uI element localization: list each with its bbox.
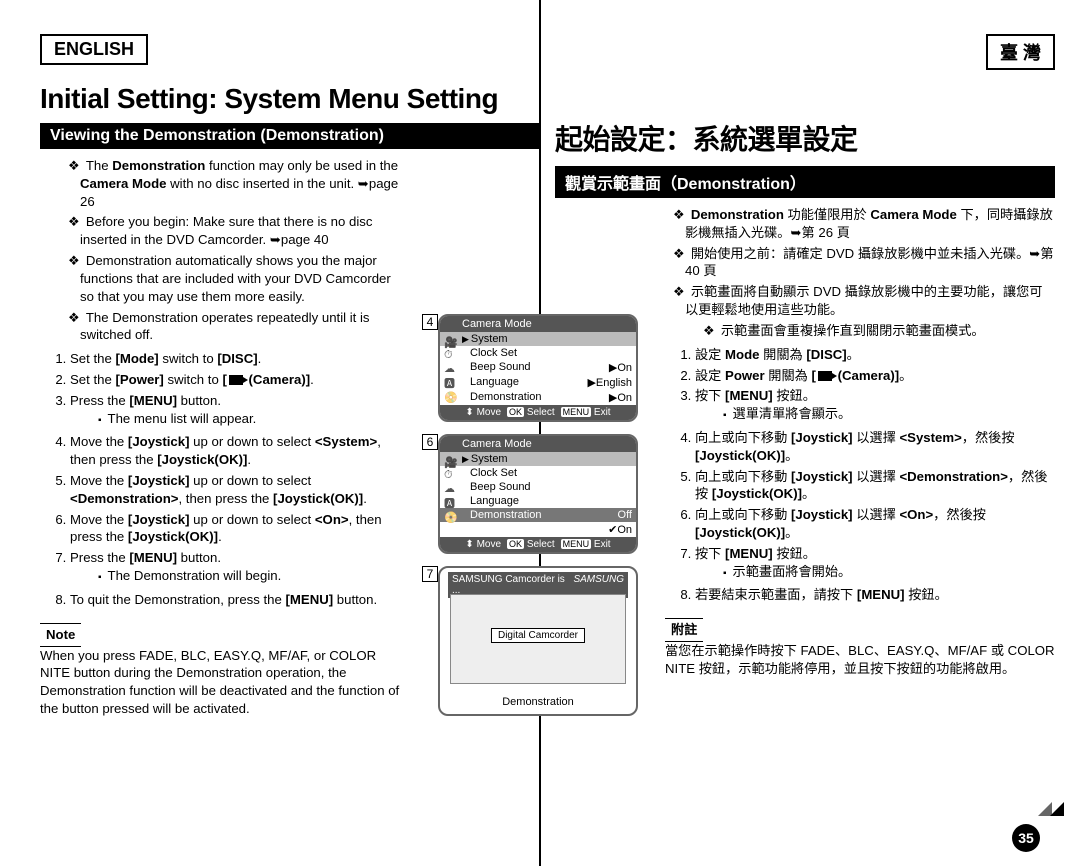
decor-arrow xyxy=(1050,802,1064,816)
intro-item: Demonstration automatically shows you th… xyxy=(68,252,400,305)
substep: The Demonstration will begin. xyxy=(98,567,400,585)
step-item: 按下 [MENU] 按鈕。 選單清單將會顯示。 xyxy=(695,387,1055,423)
lang-badge-taiwan: 臺 灣 xyxy=(986,34,1055,70)
substep: The menu list will appear. xyxy=(98,410,400,428)
step-item: 向上或向下移動 [Joystick] 以選擇 <Demonstration>，然… xyxy=(695,468,1055,504)
menu-row: Clock Set xyxy=(440,466,636,480)
menu-section: System xyxy=(440,332,636,346)
note-label: 附註 xyxy=(665,618,703,642)
demo-screen-7: SAMSUNG Camcorder is ... SAMSUNG Digital… xyxy=(438,566,638,716)
sidebar-icons: 🎥⏱☁🅰📀 xyxy=(444,456,458,524)
figure-label-4: 4 xyxy=(422,314,438,330)
step-item: Move the [Joystick] up or down to select… xyxy=(70,511,400,547)
substep: 示範畫面將會開始。 xyxy=(723,563,1055,581)
step-item: Press the [MENU] button. The Demonstrati… xyxy=(70,549,400,585)
menu-row-selected: DemonstrationOff xyxy=(440,508,636,522)
step-item: Move the [Joystick] up or down to select… xyxy=(70,433,400,469)
menu-row: Language xyxy=(440,494,636,508)
intro-item: 開始使用之前：請確定 DVD 攝錄放影機中並未插入光碟。➥第 40 頁 xyxy=(673,245,1055,281)
step-item: 設定 Mode 開關為 [DISC]。 xyxy=(695,346,1055,364)
step-item: Set the [Power] switch to [ (Camera)]. xyxy=(70,371,400,389)
intro-item: The Demonstration operates repeatedly un… xyxy=(68,309,400,345)
intro-item: Before you begin: Make sure that there i… xyxy=(68,213,400,249)
menu-row: ✔On xyxy=(440,522,636,537)
center-figures: 4 🎥⏱☁🅰📀 Camera Mode System Clock Set Bee… xyxy=(438,314,643,716)
figure-label-6: 6 xyxy=(422,434,438,450)
screen-title: Camera Mode xyxy=(440,316,636,332)
menu-row: Demonstration▶On xyxy=(440,390,636,405)
menu-screen-4: 🎥⏱☁🅰📀 Camera Mode System Clock Set Beep … xyxy=(438,314,638,422)
subheading-right: 觀賞示範畫面（Demonstration） xyxy=(555,166,1055,198)
left-body: The Demonstration function may only be u… xyxy=(40,157,400,718)
title-left: Initial Setting: System Menu Setting xyxy=(40,83,540,115)
step-item: Press the [MENU] button. The menu list w… xyxy=(70,392,400,428)
menu-row: Beep Sound xyxy=(440,480,636,494)
screen-footer: ⬍ Move OK Select MENU Exit xyxy=(440,405,636,420)
step-item: 設定 Power 開關為 [ (Camera)]。 xyxy=(695,367,1055,385)
title-right: 起始設定：系統選單設定 xyxy=(555,118,1055,158)
note-text: 當您在示範操作時按下 FADE、BLC、EASY.Q、MF/AF 或 COLOR… xyxy=(665,642,1055,678)
note-label: Note xyxy=(40,623,81,647)
screen-footer: ⬍ Move OK Select MENU Exit xyxy=(440,537,636,552)
intro-item: 示範畫面會重複操作直到關閉示範畫面模式。 xyxy=(703,322,1055,340)
step-item: 按下 [MENU] 按鈕。 示範畫面將會開始。 xyxy=(695,545,1055,581)
intro-item: The Demonstration function may only be u… xyxy=(68,157,400,210)
step-item: Move the [Joystick] up or down to select… xyxy=(70,472,400,508)
menu-row: Language▶English xyxy=(440,375,636,390)
figure-label-7: 7 xyxy=(422,566,438,582)
step-item: To quit the Demonstration, press the [ME… xyxy=(70,591,400,609)
promo-footer: Demonstration xyxy=(440,696,636,708)
intro-item: 示範畫面將自動顯示 DVD 攝錄放影機中的主要功能，讓您可以更輕鬆地使用這些功能… xyxy=(673,283,1055,319)
step-item: 若要結束示範畫面，請按下 [MENU] 按鈕。 xyxy=(695,586,1055,604)
note-text: When you press FADE, BLC, EASY.Q, MF/AF,… xyxy=(40,647,400,718)
intro-item: Demonstration 功能僅限用於 Camera Mode 下，同時攝錄放… xyxy=(673,206,1055,242)
camera-icon xyxy=(818,371,832,381)
step-item: Set the [Mode] switch to [DISC]. xyxy=(70,350,400,368)
step-item: 向上或向下移動 [Joystick] 以選擇 <System>，然後按 [Joy… xyxy=(695,429,1055,465)
sidebar-icons: 🎥⏱☁🅰📀 xyxy=(444,336,458,404)
camera-icon xyxy=(229,375,243,385)
substep: 選單清單將會顯示。 xyxy=(723,405,1055,423)
lang-badge-english: ENGLISH xyxy=(40,34,148,65)
page-number: 35 xyxy=(1012,824,1040,852)
menu-row: Beep Sound▶On xyxy=(440,360,636,375)
step-item: 向上或向下移動 [Joystick] 以選擇 <On>，然後按 [Joystic… xyxy=(695,506,1055,542)
promo-label: Digital Camcorder xyxy=(491,628,585,643)
menu-section: System xyxy=(440,452,636,466)
subheading-left: Viewing the Demonstration (Demonstration… xyxy=(40,123,540,149)
menu-row: Clock Set xyxy=(440,346,636,360)
menu-screen-6: 🎥⏱☁🅰📀 Camera Mode System Clock Set Beep … xyxy=(438,434,638,554)
screen-title: Camera Mode xyxy=(440,436,636,452)
